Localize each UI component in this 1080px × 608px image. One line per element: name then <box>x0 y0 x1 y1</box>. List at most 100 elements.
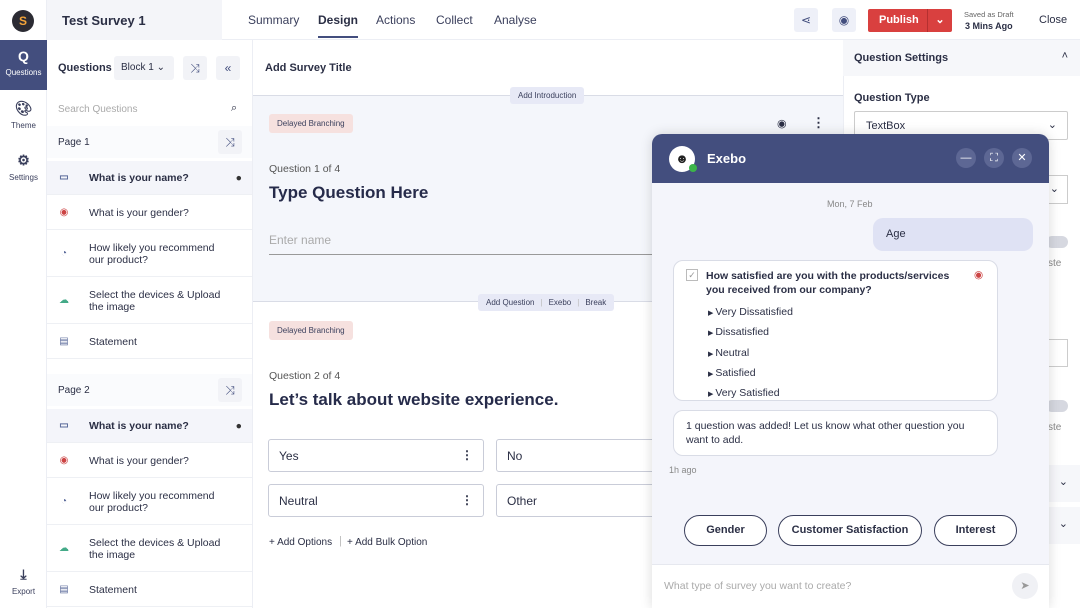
list-item[interactable]: ☁ Select the devices & Upload the image <box>47 278 252 324</box>
search-icon[interactable]: ⌕ <box>231 102 237 115</box>
add-options-button[interactable]: + Add Options <box>269 537 332 548</box>
list-item[interactable]: ◉ What is your gender? <box>47 444 252 478</box>
exebo-button[interactable]: Exebo <box>549 298 572 307</box>
expand-icon[interactable]: ⛶ <box>984 148 1004 168</box>
rail-label: Questions <box>5 68 42 77</box>
choice-item: ▶ Satisfied <box>708 366 756 379</box>
break-button[interactable]: Break <box>585 298 606 307</box>
more-vertical-icon[interactable]: ⋮ <box>461 448 473 462</box>
list-item[interactable]: ▭ What is your name? ● <box>47 161 252 195</box>
list-item[interactable]: ◉ What is your gender? <box>47 196 252 230</box>
questions-icon: Q <box>18 48 29 64</box>
shuffle-icon[interactable]: ⤨ <box>218 130 242 154</box>
bot-avatar: ☻ <box>669 146 697 172</box>
preview-eye-icon[interactable]: ◉ <box>832 8 856 32</box>
chevron-up-icon[interactable]: ˄ <box>1062 50 1068 62</box>
question-counter: Question 2 of 4 <box>269 370 341 382</box>
text-field[interactable] <box>1048 339 1068 367</box>
list-item[interactable]: ▭ What is your name? ● <box>47 409 252 443</box>
add-question-button[interactable]: Add Question <box>486 298 534 307</box>
toggle-switch[interactable] <box>1046 400 1068 412</box>
close-button[interactable]: Close <box>1039 14 1067 26</box>
option-label: Neutral <box>279 494 318 508</box>
more-vertical-icon[interactable]: ⋮ <box>812 115 825 131</box>
rail-export[interactable]: ⤓ Export <box>0 558 47 608</box>
add-bulk-option-button[interactable]: + Add Bulk Option <box>347 537 427 548</box>
question-title[interactable]: Let’s talk about website experience. <box>269 390 558 410</box>
publish-label: Publish <box>879 14 919 26</box>
visibility-eye-icon[interactable]: ◉ <box>777 117 787 130</box>
shuffle-icon[interactable]: ⤨ <box>218 378 242 402</box>
radio-icon: ◉ <box>59 454 69 466</box>
list-item[interactable]: ▤ Statement <box>47 573 252 607</box>
shuffle-icon[interactable]: ⤨ <box>183 56 207 80</box>
tab-collect[interactable]: Collect <box>436 13 473 27</box>
user-message: Age <box>873 218 1033 251</box>
settings-header[interactable]: Question Settings ˄ <box>843 40 1080 76</box>
minimize-icon[interactable]: — <box>956 148 976 168</box>
gauge-icon: ◔ <box>60 247 68 259</box>
collapse-panel-icon[interactable]: « <box>216 56 240 80</box>
chat-input[interactable]: What type of survey you want to create? ➤ <box>652 564 1049 608</box>
send-icon[interactable]: ➤ <box>1012 573 1038 599</box>
publish-button[interactable]: Publish ⌄ <box>868 9 952 32</box>
option-label: Other <box>507 494 538 508</box>
gear-icon: ⚙ <box>17 152 30 168</box>
block-select[interactable]: Block 1 ⌄ <box>114 56 174 80</box>
option-yes[interactable]: Yes ⋮ <box>268 439 484 472</box>
toggle-switch[interactable] <box>1046 236 1068 248</box>
rail-label: Export <box>11 587 36 596</box>
questions-heading: Questions <box>58 62 112 74</box>
survey-title[interactable]: Test Survey 1 <box>47 0 222 40</box>
rail-questions[interactable]: Q Questions <box>0 40 47 90</box>
list-item[interactable]: ▤ Statement <box>47 325 252 359</box>
checkbox-icon[interactable]: ✓ <box>686 269 698 281</box>
more-vertical-icon[interactable]: ⋮ <box>461 493 473 507</box>
add-survey-title[interactable]: Add Survey Title <box>265 62 352 74</box>
suggestion-gender[interactable]: Gender <box>684 515 767 546</box>
tab-design[interactable]: Design <box>318 13 359 38</box>
branching-badge: Delayed Branching <box>269 321 353 340</box>
choice-item: ▶ Very Satisfied <box>708 387 780 400</box>
search-questions-input[interactable]: Search Questions <box>58 104 138 115</box>
question-bubble: ✓ How satisfied are you with the products… <box>673 260 998 401</box>
app-logo[interactable]: S <box>12 10 34 32</box>
rail-theme[interactable]: 🎨︎ Theme <box>0 92 47 142</box>
question-label: What is your gender? <box>89 206 189 219</box>
page-label: Page 1 <box>58 136 90 148</box>
question-label: What is your name? <box>89 419 189 432</box>
list-item[interactable]: ☁ Select the devices & Upload the image <box>47 526 252 572</box>
saved-status: Saved as Draft <box>964 10 1014 19</box>
palette-icon: 🎨︎ <box>14 100 33 116</box>
tab-summary[interactable]: Summary <box>248 13 299 27</box>
question-title[interactable]: Type Question Here <box>269 183 428 203</box>
upload-cloud-icon: ☁ <box>59 542 69 554</box>
rail-settings[interactable]: ⚙ Settings <box>0 144 47 194</box>
option-neutral[interactable]: Neutral ⋮ <box>268 484 484 517</box>
lightbulb-icon[interactable]: ● <box>236 420 242 432</box>
tab-analyse[interactable]: Analyse <box>494 13 537 27</box>
tab-actions[interactable]: Actions <box>376 13 415 27</box>
list-item[interactable]: ◔ How likely you recommend our product? <box>47 231 252 277</box>
question-label: Select the devices & Upload the image <box>89 536 221 561</box>
chevron-down-icon: ⌄ <box>156 62 165 73</box>
answer-input[interactable]: Enter name <box>269 233 669 255</box>
suggestion-customer-satisfaction[interactable]: Customer Satisfaction <box>778 515 922 546</box>
close-icon[interactable]: ✕ <box>1012 148 1032 168</box>
radio-icon: ◉ <box>59 206 69 218</box>
share-icon[interactable]: ⋖ <box>794 8 818 32</box>
suggestion-interest[interactable]: Interest <box>934 515 1017 546</box>
choice-item: ▶ Neutral <box>708 346 750 359</box>
textbox-icon: ▭ <box>59 419 69 431</box>
question-type-label: Question Type <box>854 92 930 104</box>
lightbulb-icon[interactable]: ● <box>236 172 242 184</box>
chevron-down-icon[interactable]: ⌄ <box>927 9 952 32</box>
page-label: Page 2 <box>58 384 90 396</box>
bubble-question: How satisfied are you with the products/… <box>706 270 950 296</box>
list-item[interactable]: ◔ How likely you recommend our product? <box>47 479 252 525</box>
statement-icon: ▤ <box>59 335 69 347</box>
select-value: TextBox <box>866 120 906 132</box>
choice-item: ▶ Dissatisfied <box>708 326 770 339</box>
question-counter: Question 1 of 4 <box>269 163 341 175</box>
add-introduction-button[interactable]: Add Introduction <box>510 87 585 104</box>
